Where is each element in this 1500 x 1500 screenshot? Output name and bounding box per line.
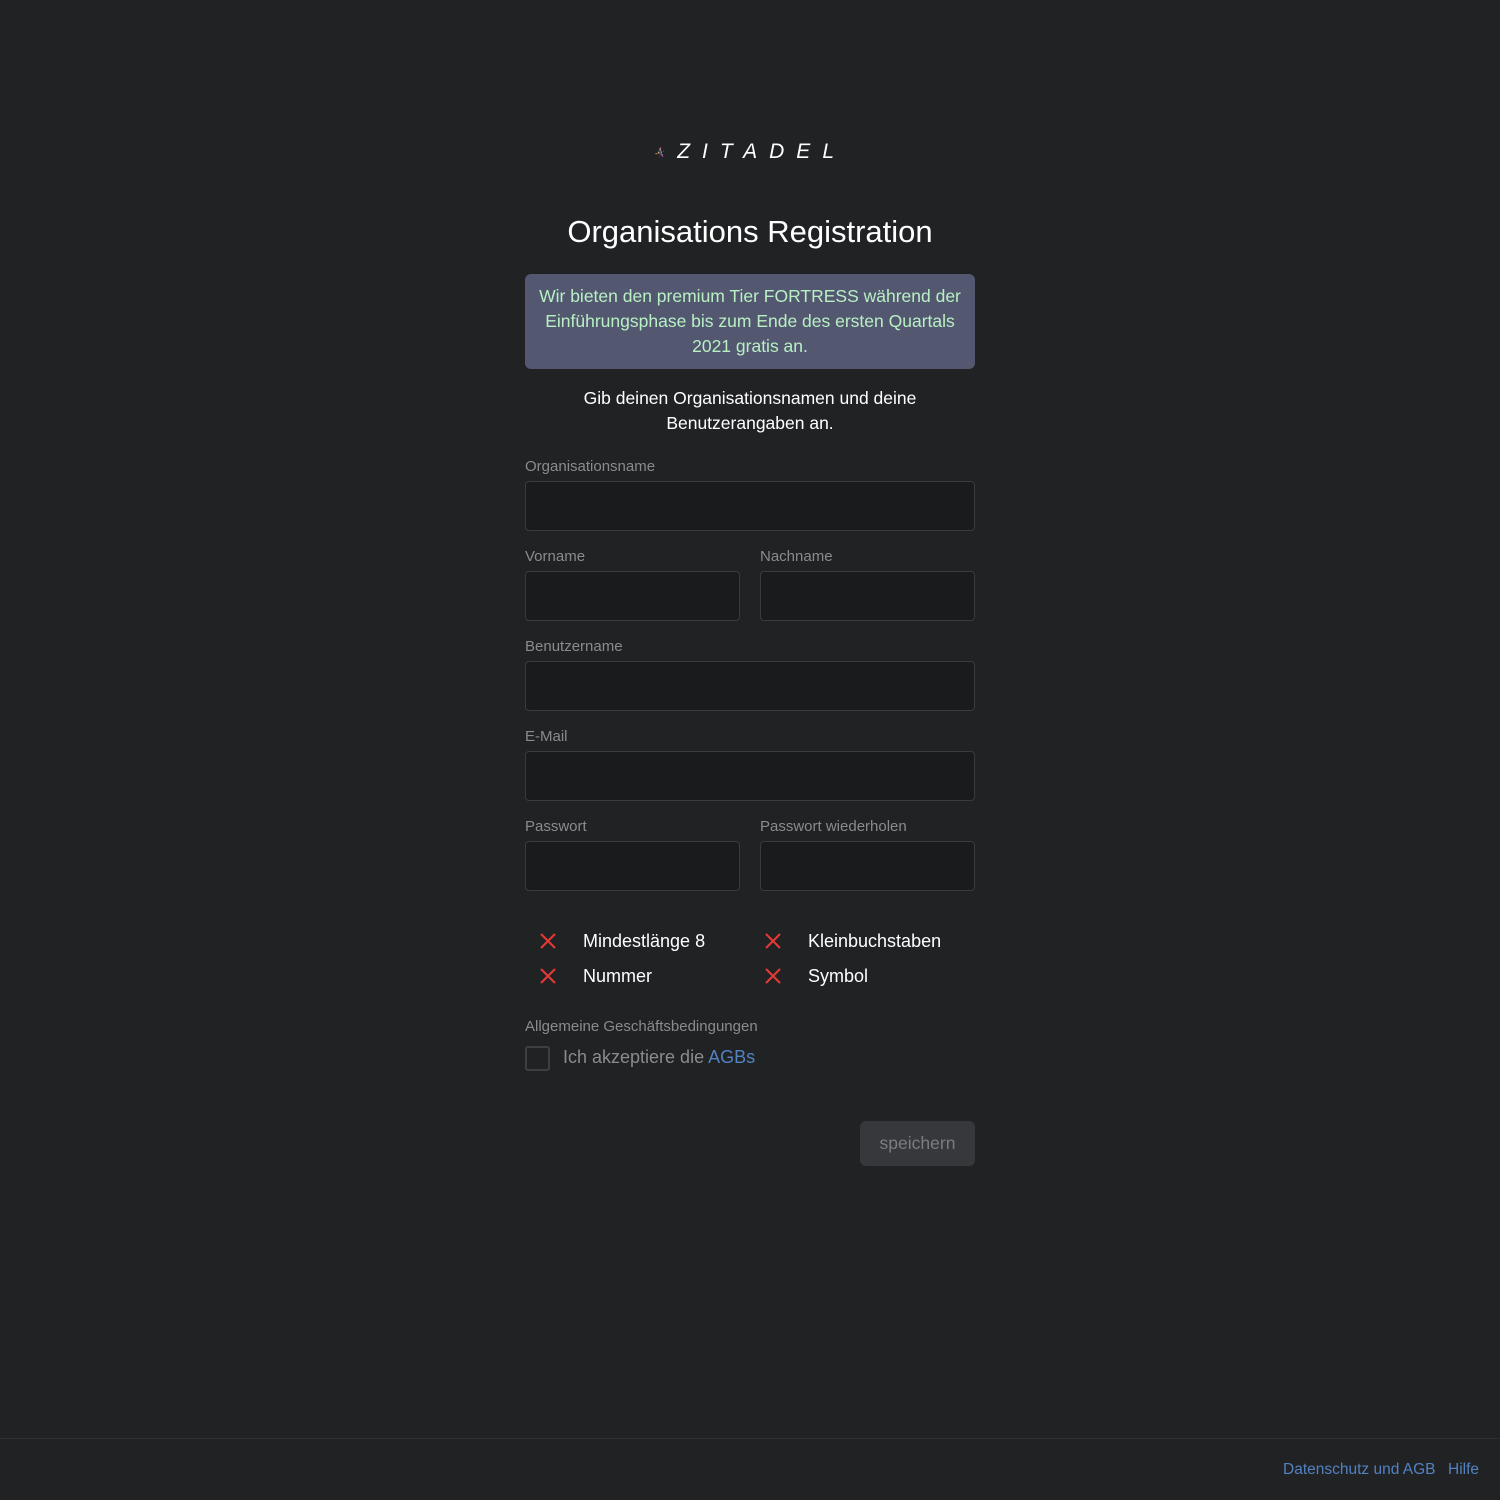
terms-accept-prefix: Ich akzeptiere die (563, 1047, 705, 1067)
password-label: Passwort (525, 818, 587, 835)
org-name-label: Organisationsname (525, 458, 656, 475)
email-input[interactable] (525, 751, 975, 801)
x-icon (540, 933, 556, 949)
requirement-label: Nummer (583, 965, 653, 986)
x-icon (540, 968, 556, 984)
requirement-min-length: Mindestlänge 8 (538, 929, 705, 953)
page-title: Organisations Registration (567, 214, 933, 249)
zitadel-logo: ZITADEL (654, 126, 846, 178)
x-icon (765, 968, 781, 984)
first-name-label: Vorname (525, 548, 586, 565)
help-link[interactable]: Hilfe (1448, 1461, 1479, 1479)
requirement-lowercase: Kleinbuchstaben (763, 929, 941, 953)
username-input[interactable] (525, 661, 975, 711)
requirement-number: Nummer (538, 964, 652, 988)
terms-accept-text: Ich akzeptiere die AGBs (563, 1047, 755, 1068)
save-button[interactable]: speichern (860, 1121, 975, 1166)
requirement-symbol: Symbol (763, 964, 868, 988)
logo-text: ZITADEL (677, 140, 846, 163)
terms-section-label: Allgemeine Geschäftsbedingungen (525, 1018, 758, 1035)
requirement-label: Mindestlänge 8 (583, 930, 706, 951)
org-name-input[interactable] (525, 481, 975, 531)
requirement-label: Kleinbuchstaben (808, 930, 942, 951)
last-name-input[interactable] (760, 571, 975, 621)
privacy-terms-link[interactable]: Datenschutz und AGB (1283, 1461, 1436, 1479)
terms-link[interactable]: AGBs (708, 1047, 755, 1067)
password-repeat-input[interactable] (760, 841, 975, 891)
zitadel-triangle-logo-icon (654, 147, 665, 158)
registration-page: ZITADEL Organisations Registration Wir b… (0, 0, 1500, 1500)
footer: Datenschutz und AGB Hilfe (0, 1438, 1500, 1500)
last-name-label: Nachname (760, 548, 833, 565)
password-repeat-label: Passwort wiederholen (760, 818, 907, 835)
requirement-label: Symbol (808, 965, 869, 986)
email-label: E-Mail (525, 728, 568, 745)
password-input[interactable] (525, 841, 740, 891)
first-name-input[interactable] (525, 571, 740, 621)
terms-checkbox[interactable] (525, 1046, 550, 1071)
username-label: Benutzername (525, 638, 623, 655)
x-icon (765, 933, 781, 949)
info-banner: Wir bieten den premium Tier FORTRESS wäh… (525, 274, 975, 369)
instruction-text: Gib deinen Organisationsnamen und deine … (583, 388, 917, 433)
